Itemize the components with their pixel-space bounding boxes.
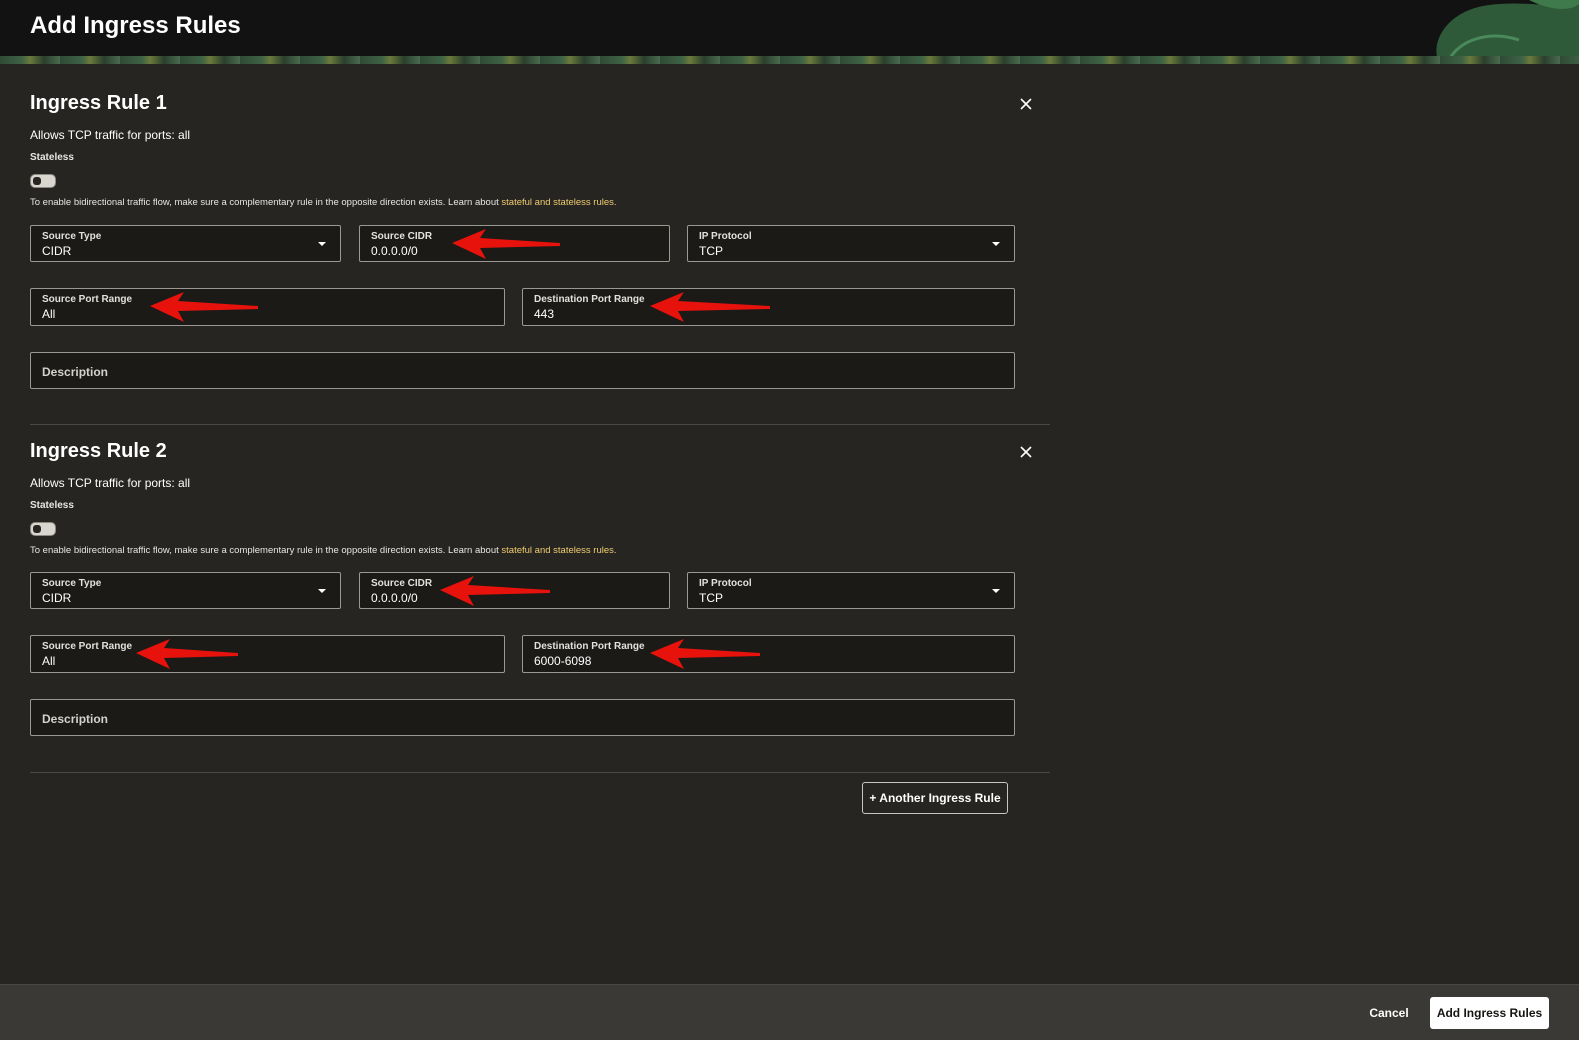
ingress-rule-1: Ingress Rule 1 Allows TCP traffic for po… (30, 92, 1050, 392)
source-port-range-input[interactable]: Source Port Range All (30, 635, 505, 673)
page-title: Add Ingress Rules (30, 12, 241, 39)
field-value: CIDR (42, 244, 72, 258)
field-value: All (42, 307, 56, 321)
field-label: Source Type (42, 231, 102, 242)
description-input[interactable]: Description (30, 699, 1015, 736)
add-ingress-rules-button[interactable]: Add Ingress Rules (1430, 997, 1549, 1029)
ip-protocol-select[interactable]: IP Protocol TCP (687, 225, 1015, 262)
field-label: Source CIDR (371, 578, 433, 589)
rule-summary: Allows TCP traffic for ports: all (30, 128, 191, 142)
ingress-rule-2: Ingress Rule 2 Allows TCP traffic for po… (30, 440, 1050, 740)
help-text-body: To enable bidirectional traffic flow, ma… (30, 197, 502, 208)
field-label: Destination Port Range (534, 294, 645, 305)
field-value: 443 (534, 307, 555, 321)
dialog-footer: Cancel Add Ingress Rules (0, 984, 1579, 1040)
header-pattern-strip (0, 56, 1579, 64)
toggle-knob (33, 525, 41, 533)
close-icon (1020, 98, 1032, 110)
field-label: Destination Port Range (534, 641, 645, 652)
close-rule-1-button[interactable] (1016, 94, 1036, 114)
help-text: To enable bidirectional traffic flow, ma… (30, 197, 617, 208)
field-value: CIDR (42, 591, 72, 605)
cancel-button[interactable]: Cancel (1360, 1002, 1418, 1024)
field-label: Source Port Range (42, 641, 133, 652)
field-label: Source CIDR (371, 231, 433, 242)
field-label: Source Port Range (42, 294, 133, 305)
source-type-select[interactable]: Source Type CIDR (30, 572, 341, 609)
source-cidr-input[interactable]: Source CIDR 0.0.0.0/0 (359, 572, 670, 609)
field-placeholder: Description (42, 712, 109, 726)
dialog-header: Add Ingress Rules (0, 0, 1579, 64)
help-text-body: To enable bidirectional traffic flow, ma… (30, 545, 502, 556)
field-label: Source Type (42, 578, 102, 589)
rule-title: Ingress Rule 2 (30, 440, 167, 462)
header-decoration (1429, 0, 1579, 64)
close-rule-2-button[interactable] (1016, 442, 1036, 462)
field-value: TCP (699, 244, 723, 258)
close-icon (1020, 446, 1032, 458)
field-value: 6000-6098 (534, 654, 592, 668)
field-label: IP Protocol (699, 231, 752, 242)
field-value: All (42, 654, 56, 668)
source-cidr-input[interactable]: Source CIDR 0.0.0.0/0 (359, 225, 670, 262)
field-value: TCP (699, 591, 723, 605)
toggle-knob (33, 177, 41, 185)
stateless-label: Stateless (30, 500, 74, 511)
stateless-toggle[interactable] (30, 174, 56, 188)
chevron-down-icon (318, 242, 326, 246)
rule-divider (30, 772, 1050, 773)
add-another-ingress-rule-button[interactable]: + Another Ingress Rule (862, 782, 1008, 814)
field-value: 0.0.0.0/0 (371, 591, 418, 605)
rule-summary: Allows TCP traffic for ports: all (30, 476, 191, 490)
field-label: IP Protocol (699, 578, 752, 589)
description-input[interactable]: Description (30, 352, 1015, 389)
source-port-range-input[interactable]: Source Port Range All (30, 288, 505, 326)
destination-port-range-input[interactable]: Destination Port Range 443 (522, 288, 1015, 326)
ip-protocol-select[interactable]: IP Protocol TCP (687, 572, 1015, 609)
stateless-label: Stateless (30, 152, 74, 163)
stateless-toggle[interactable] (30, 522, 56, 536)
help-text: To enable bidirectional traffic flow, ma… (30, 545, 617, 556)
stateful-stateless-link[interactable]: stateful and stateless rules. (501, 197, 616, 208)
field-placeholder: Description (42, 365, 109, 379)
chevron-down-icon (992, 242, 1000, 246)
stateful-stateless-link[interactable]: stateful and stateless rules. (501, 545, 616, 556)
source-type-select[interactable]: Source Type CIDR (30, 225, 341, 262)
chevron-down-icon (992, 589, 1000, 593)
rule-divider (30, 424, 1050, 425)
chevron-down-icon (318, 589, 326, 593)
rule-title: Ingress Rule 1 (30, 92, 167, 114)
field-value: 0.0.0.0/0 (371, 244, 418, 258)
destination-port-range-input[interactable]: Destination Port Range 6000-6098 (522, 635, 1015, 673)
